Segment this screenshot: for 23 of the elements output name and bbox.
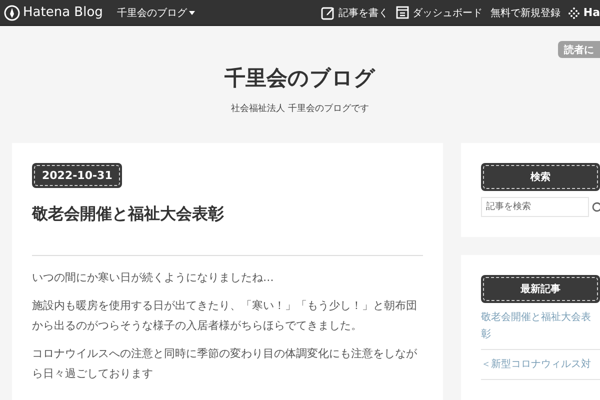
module-heading: 検索 xyxy=(481,163,600,191)
blog-description: 社会福祉法人 千里会のブログです xyxy=(230,102,370,115)
signup-link[interactable]: 無料で新規登録 xyxy=(490,6,560,20)
write-post-link[interactable]: 記事を書く xyxy=(321,6,388,20)
article-paragraph: いつの間にか寒い日が続くようになりましたね… xyxy=(32,270,275,286)
blog-title[interactable]: 千里会のブログ xyxy=(0,64,600,92)
caret-icon xyxy=(188,10,195,14)
edit-icon xyxy=(321,6,336,20)
logo-text: Hatena Blog xyxy=(23,5,103,20)
dashboard-icon xyxy=(396,6,410,19)
hatena-link[interactable]: Ha xyxy=(568,6,600,19)
article-title[interactable]: 敬老会開催と福祉大会表彰 xyxy=(32,204,423,225)
pen-circle-icon xyxy=(4,4,20,20)
dashboard-link[interactable]: ダッシュボード xyxy=(396,6,482,20)
date-badge: 2022-10-31 xyxy=(32,163,122,188)
dots-diamond-icon xyxy=(568,6,580,18)
article-paragraph: コロナウイルスへの注意と同時に季節の変わり目の体調変化にも注意をしながら日々過ごしております xyxy=(32,346,418,382)
hatena-blog-logo[interactable]: Hatena Blog xyxy=(4,4,103,20)
article-paragraph: 施設内も暖房を使用する日が出てきたり、「寒い！」「もう少し！」と朝布団から出るのがつらそうな様子の入居者様がちらほらでてきました。 xyxy=(32,298,418,334)
search-icon xyxy=(591,202,600,212)
blog-menu[interactable]: 千里会のブログ xyxy=(116,6,195,20)
search-field[interactable]: 記事を検索 xyxy=(481,197,589,217)
module-heading: 最新記事 xyxy=(481,275,600,303)
